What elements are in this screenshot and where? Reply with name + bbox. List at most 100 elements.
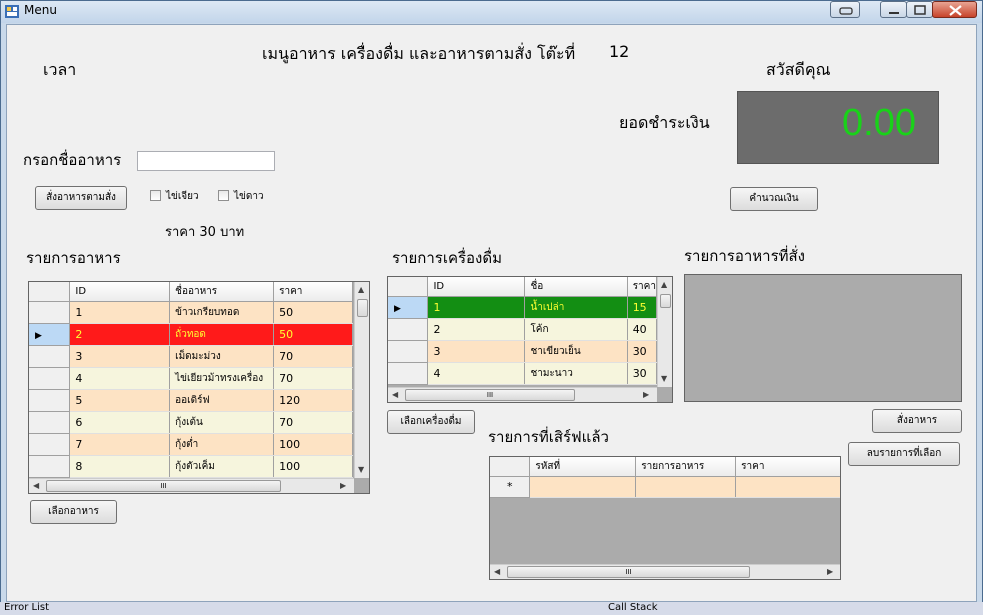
table-cell[interactable] [735,476,840,498]
row-header[interactable] [29,345,71,368]
horizontal-scrollbar[interactable]: ◀ III ▶ [388,387,657,402]
row-header[interactable]: ▶ [29,323,71,346]
scroll-right-icon[interactable]: ▶ [340,481,346,490]
column-header[interactable]: ราคา [273,282,353,302]
scroll-down-icon[interactable]: ▼ [358,465,364,474]
table-row[interactable]: ▶ 2 ถั่วทอด 50 [29,323,353,346]
table-cell[interactable] [529,476,637,498]
table-cell-price[interactable]: 50 [273,323,353,346]
call-stack-tab[interactable]: Call Stack [608,602,658,613]
scroll-up-icon[interactable]: ▲ [358,285,364,294]
table-row[interactable]: 8 กุ้งตัวเค็ม 100 [29,455,353,478]
row-header[interactable]: ▶ [388,296,429,319]
fried-egg-checkbox[interactable]: ไข่ดาว [218,189,264,204]
table-cell-price[interactable]: 100 [273,455,353,478]
food-name-input[interactable] [137,151,275,171]
table-cell-price[interactable]: 30 [627,362,658,385]
error-list-tab[interactable]: Error List [4,602,49,613]
table-cell-name[interactable]: ชาเขียวเย็น [524,340,628,363]
row-header[interactable] [29,433,71,456]
column-header[interactable]: ชื่อ [524,277,628,297]
table-cell-name[interactable]: ออเดิร์ฟ [169,389,275,412]
row-header[interactable] [29,367,71,390]
table-row[interactable]: ▶ 1 น้ำเปล่า 15 [388,296,658,319]
table-row[interactable]: 5 ออเดิร์ฟ 120 [29,389,353,412]
select-drink-button[interactable]: เลือกเครื่องดื่ม [387,410,475,434]
row-header[interactable] [29,455,71,478]
table-cell-id[interactable]: 8 [69,455,171,478]
horizontal-scrollbar[interactable]: ◀ III ▶ [490,564,840,579]
table-cell-name[interactable]: ไข่เยียวม้าทรงเครื่อง [169,367,275,390]
row-header[interactable] [29,411,71,434]
fried-omelet-checkbox[interactable]: ไข่เจียว [150,189,199,204]
table-cell-price[interactable]: 50 [273,301,353,324]
table-row[interactable]: 4 ไข่เยียวม้าทรงเครื่อง 70 [29,367,353,390]
column-header[interactable]: ID [427,277,526,297]
ordered-items-list[interactable] [684,274,962,402]
row-header[interactable] [388,340,429,363]
table-cell-price[interactable]: 70 [273,411,353,434]
title-bar[interactable]: Menu [1,1,982,23]
table-cell-price[interactable]: 15 [627,296,658,319]
table-cell-price[interactable]: 70 [273,367,353,390]
calculate-button[interactable]: คำนวณเงิน [730,187,818,211]
table-cell-price[interactable]: 40 [627,318,658,341]
table-row[interactable]: 1 ข้าวเกรียบทอด 50 [29,301,353,324]
place-order-button[interactable]: สั่งอาหาร [872,409,962,433]
table-cell-id[interactable]: 7 [69,433,171,456]
column-header[interactable]: ชื่ออาหาร [169,282,275,302]
table-cell-id[interactable]: 1 [69,301,171,324]
table-cell-id[interactable]: 3 [427,340,526,363]
scroll-down-icon[interactable]: ▼ [661,374,667,383]
scroll-thumb[interactable]: III [46,480,281,492]
table-cell-name[interactable]: เม็ดมะม่วง [169,345,275,368]
table-cell-id[interactable]: 3 [69,345,171,368]
row-header[interactable] [388,318,429,341]
food-grid[interactable]: ID ชื่ออาหาร ราคา 1 ข้าวเกรียบทอด 50 ▶ 2 ถั่ว… [28,281,370,494]
table-cell-price[interactable]: 30 [627,340,658,363]
column-header[interactable]: ID [69,282,171,302]
new-row-marker[interactable]: * [490,476,531,498]
table-cell-name[interactable]: ข้าวเกรียบทอด [169,301,275,324]
checkbox-box[interactable] [218,190,229,201]
close-button[interactable] [932,1,977,18]
table-cell-price[interactable]: 100 [273,433,353,456]
table-cell-id[interactable]: 4 [427,362,526,385]
table-row[interactable]: 7 กุ้งต่ำ 100 [29,433,353,456]
vertical-scrollbar[interactable]: ▲ ▼ [354,282,369,478]
table-cell-id[interactable]: 2 [69,323,171,346]
column-header[interactable]: รายการอาหาร [635,457,737,477]
table-cell-name[interactable]: โค้ก [524,318,628,341]
column-header[interactable]: ราคา [627,277,658,297]
table-cell-name[interactable]: กุ้งตัวเค็ม [169,455,275,478]
table-cell-name[interactable]: กุ้งเต้น [169,411,275,434]
horizontal-scrollbar[interactable]: ◀ III ▶ [29,478,354,493]
scroll-left-icon[interactable]: ◀ [392,390,398,399]
checkbox-box[interactable] [150,190,161,201]
row-header[interactable] [29,301,71,324]
table-cell-id[interactable]: 4 [69,367,171,390]
order-custom-button[interactable]: สั่งอาหารตามสั่ง [35,186,127,210]
table-row[interactable]: 4 ชามะนาว 30 [388,362,658,385]
drink-grid[interactable]: ID ชื่อ ราคา ▶ 1 น้ำเปล่า 15 2 โค้ก 40 3 ชาเขียว… [387,276,673,403]
scroll-right-icon[interactable]: ▶ [643,390,649,399]
table-cell-price[interactable]: 120 [273,389,353,412]
row-header[interactable] [388,362,429,385]
scroll-thumb[interactable]: III [507,566,750,578]
table-row[interactable]: 3 ชาเขียวเย็น 30 [388,340,658,363]
scroll-thumb[interactable]: III [405,389,575,401]
table-cell-id[interactable]: 1 [427,296,526,319]
scroll-left-icon[interactable]: ◀ [33,481,39,490]
table-cell-name[interactable]: กุ้งต่ำ [169,433,275,456]
scroll-left-icon[interactable]: ◀ [494,567,500,576]
table-row[interactable]: 6 กุ้งเต้น 70 [29,411,353,434]
select-food-button[interactable]: เลือกอาหาร [30,500,117,524]
column-header[interactable]: รหัสที่ [529,457,637,477]
table-cell[interactable] [635,476,737,498]
table-cell-id[interactable]: 6 [69,411,171,434]
row-header[interactable] [29,389,71,412]
table-cell-name[interactable]: ชามะนาว [524,362,628,385]
served-grid[interactable]: รหัสที่ รายการอาหาร ราคา * ◀ III ▶ [489,456,841,580]
table-cell-id[interactable]: 2 [427,318,526,341]
vertical-scrollbar[interactable]: ▲ ▼ [657,277,672,387]
